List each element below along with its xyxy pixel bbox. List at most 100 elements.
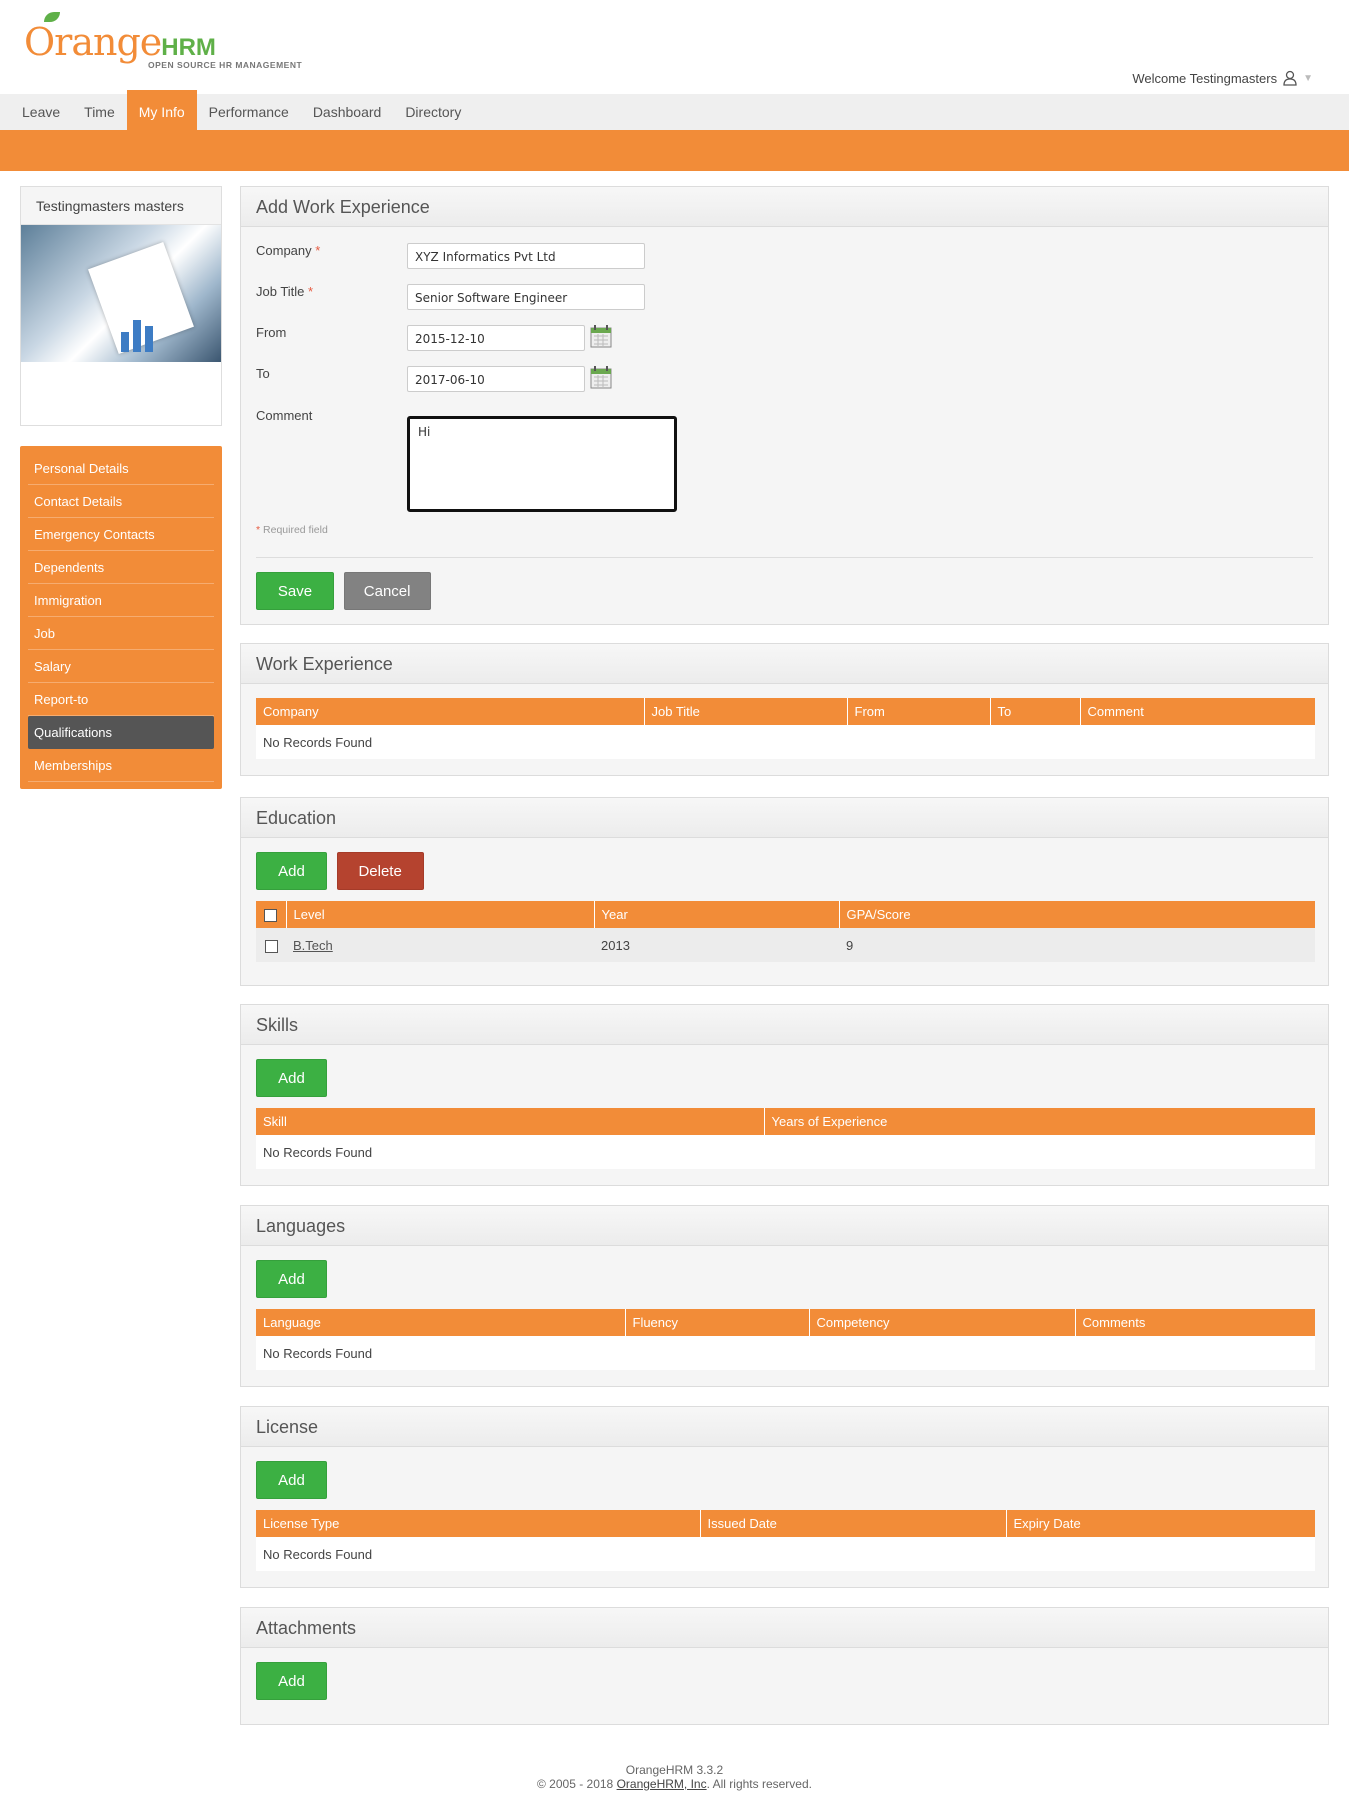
column-header[interactable]: Years of Experience	[764, 1108, 1315, 1135]
cancel-button[interactable]: Cancel	[343, 572, 431, 610]
photo-bar	[121, 332, 129, 352]
education-table: Level Year GPA/Score B.Tech 2013 9	[256, 901, 1315, 962]
footer: OrangeHRM 3.3.2 © 2005 - 2018 OrangeHRM,…	[0, 1763, 1349, 1791]
add-attachment-button[interactable]: Add	[256, 1662, 327, 1700]
skills-panel: Skills Add Skill Years of Experience No …	[240, 1004, 1329, 1186]
required-marker: *	[315, 243, 321, 258]
side-menu: Personal Details Contact Details Emergen…	[20, 446, 222, 789]
section-title: Education	[241, 798, 1328, 838]
education-level-cell: B.Tech	[286, 928, 594, 962]
nav-dashboard[interactable]: Dashboard	[301, 94, 394, 130]
column-header[interactable]: Competency	[809, 1309, 1076, 1336]
languages-actions: Add	[256, 1260, 1313, 1298]
skills-actions: Add	[256, 1059, 1313, 1097]
photo-bar	[133, 320, 141, 352]
sidemenu-salary[interactable]: Salary	[28, 650, 214, 683]
section-title: Add Work Experience	[241, 187, 1328, 227]
empty-row: No Records Found	[256, 1336, 1315, 1370]
column-header[interactable]: To	[990, 698, 1081, 725]
job-title-label-text: Job Title	[256, 284, 305, 299]
sidemenu-personal-details[interactable]: Personal Details	[28, 452, 214, 485]
attachments-panel: Attachments Add	[240, 1607, 1329, 1725]
comment-textarea[interactable]: Hi	[407, 416, 677, 512]
footer-copyright: © 2005 - 2018 OrangeHRM, Inc. All rights…	[0, 1777, 1349, 1791]
company-label: Company *	[256, 243, 320, 258]
copyright-suffix: . All rights reserved.	[706, 1777, 812, 1791]
empty-row: No Records Found	[256, 1537, 1315, 1571]
column-header[interactable]: Issued Date	[700, 1510, 1007, 1537]
footer-version: OrangeHRM 3.3.2	[625, 1763, 724, 1777]
column-header[interactable]: GPA/Score	[839, 901, 1315, 928]
select-all-cell	[256, 901, 287, 928]
education-actions: Add Delete	[256, 852, 1313, 890]
column-header[interactable]: Company	[256, 698, 645, 725]
education-panel: Education Add Delete Level Year GPA/Scor…	[240, 797, 1329, 986]
add-education-button[interactable]: Add	[256, 852, 327, 890]
add-language-button[interactable]: Add	[256, 1260, 327, 1298]
column-header[interactable]: From	[847, 698, 991, 725]
orangehrm-link[interactable]: OrangeHRM, Inc	[617, 1777, 707, 1791]
save-button[interactable]: Save	[256, 572, 334, 610]
column-header[interactable]: Language	[256, 1309, 626, 1336]
add-work-experience-panel: Add Work Experience Company * XYZ Inform…	[240, 186, 1329, 625]
required-field-note: * Required field	[256, 524, 328, 536]
education-level-link[interactable]: B.Tech	[293, 938, 333, 953]
required-marker: *	[308, 284, 314, 299]
nav-performance[interactable]: Performance	[197, 94, 301, 130]
user-lock-icon	[1283, 70, 1297, 86]
to-date-input[interactable]: 2017-06-10	[407, 366, 585, 392]
section-title: Languages	[241, 1206, 1328, 1246]
add-license-button[interactable]: Add	[256, 1461, 327, 1499]
sidemenu-contact-details[interactable]: Contact Details	[28, 485, 214, 518]
welcome-menu[interactable]: Welcome Testingmasters ▼	[1132, 70, 1313, 86]
column-header[interactable]: Job Title	[644, 698, 848, 725]
calendar-icon[interactable]	[590, 365, 612, 389]
delete-education-button[interactable]: Delete	[336, 852, 424, 890]
job-title-input[interactable]: Senior Software Engineer	[407, 284, 645, 310]
sidemenu-emergency-contacts[interactable]: Emergency Contacts	[28, 518, 214, 551]
sidemenu-immigration[interactable]: Immigration	[28, 584, 214, 617]
welcome-text[interactable]: Welcome Testingmasters	[1132, 71, 1277, 86]
row-checkbox[interactable]	[264, 939, 278, 953]
skills-table: Skill Years of Experience No Records Fou…	[256, 1108, 1315, 1169]
nav-leave[interactable]: Leave	[10, 94, 72, 130]
sidemenu-report-to[interactable]: Report-to	[28, 683, 214, 716]
education-year-cell: 2013	[594, 928, 839, 962]
nav-time[interactable]: Time	[72, 94, 127, 130]
sidemenu-dependents[interactable]: Dependents	[28, 551, 214, 584]
sub-nav-band	[0, 130, 1349, 171]
select-all-checkbox[interactable]	[264, 909, 278, 923]
column-header[interactable]: Fluency	[625, 1309, 810, 1336]
nav-my-info[interactable]: My Info	[126, 90, 197, 130]
from-date-input[interactable]: 2015-12-10	[407, 325, 585, 351]
required-marker: *	[256, 524, 261, 536]
sidemenu-memberships[interactable]: Memberships	[28, 749, 214, 782]
nav-directory[interactable]: Directory	[393, 94, 473, 130]
main-nav: Leave Time My Info Performance Dashboard…	[0, 90, 1349, 130]
license-actions: Add	[256, 1461, 1313, 1499]
column-header[interactable]: Comment	[1080, 698, 1315, 725]
license-table: License Type Issued Date Expiry Date No …	[256, 1510, 1315, 1571]
from-label: From	[256, 325, 287, 340]
column-header[interactable]: Skill	[256, 1108, 765, 1135]
column-header[interactable]: Comments	[1075, 1309, 1315, 1336]
sidemenu-job[interactable]: Job	[28, 617, 214, 650]
sidemenu-qualifications[interactable]: Qualifications	[28, 716, 214, 749]
orangehrm-logo[interactable]: OrangeHRM OPEN SOURCE HR MANAGEMENT	[24, 12, 324, 74]
profile-photo[interactable]	[21, 225, 221, 362]
logo-text-orange: Orange	[24, 20, 162, 64]
to-label: To	[256, 366, 270, 381]
education-score-cell: 9	[839, 928, 1315, 962]
section-title: Attachments	[241, 1608, 1328, 1648]
section-title: License	[241, 1407, 1328, 1447]
column-header[interactable]: Level	[286, 901, 595, 928]
row-checkbox-cell	[256, 928, 286, 962]
form-actions: Save Cancel	[256, 572, 431, 610]
add-skill-button[interactable]: Add	[256, 1059, 327, 1097]
calendar-icon[interactable]	[590, 324, 612, 348]
column-header[interactable]: Expiry Date	[1006, 1510, 1315, 1537]
work-experience-panel: Work Experience Company Job Title From T…	[240, 643, 1329, 776]
company-input[interactable]: XYZ Informatics Pvt Ltd	[407, 243, 645, 269]
column-header[interactable]: Year	[594, 901, 840, 928]
column-header[interactable]: License Type	[256, 1510, 701, 1537]
